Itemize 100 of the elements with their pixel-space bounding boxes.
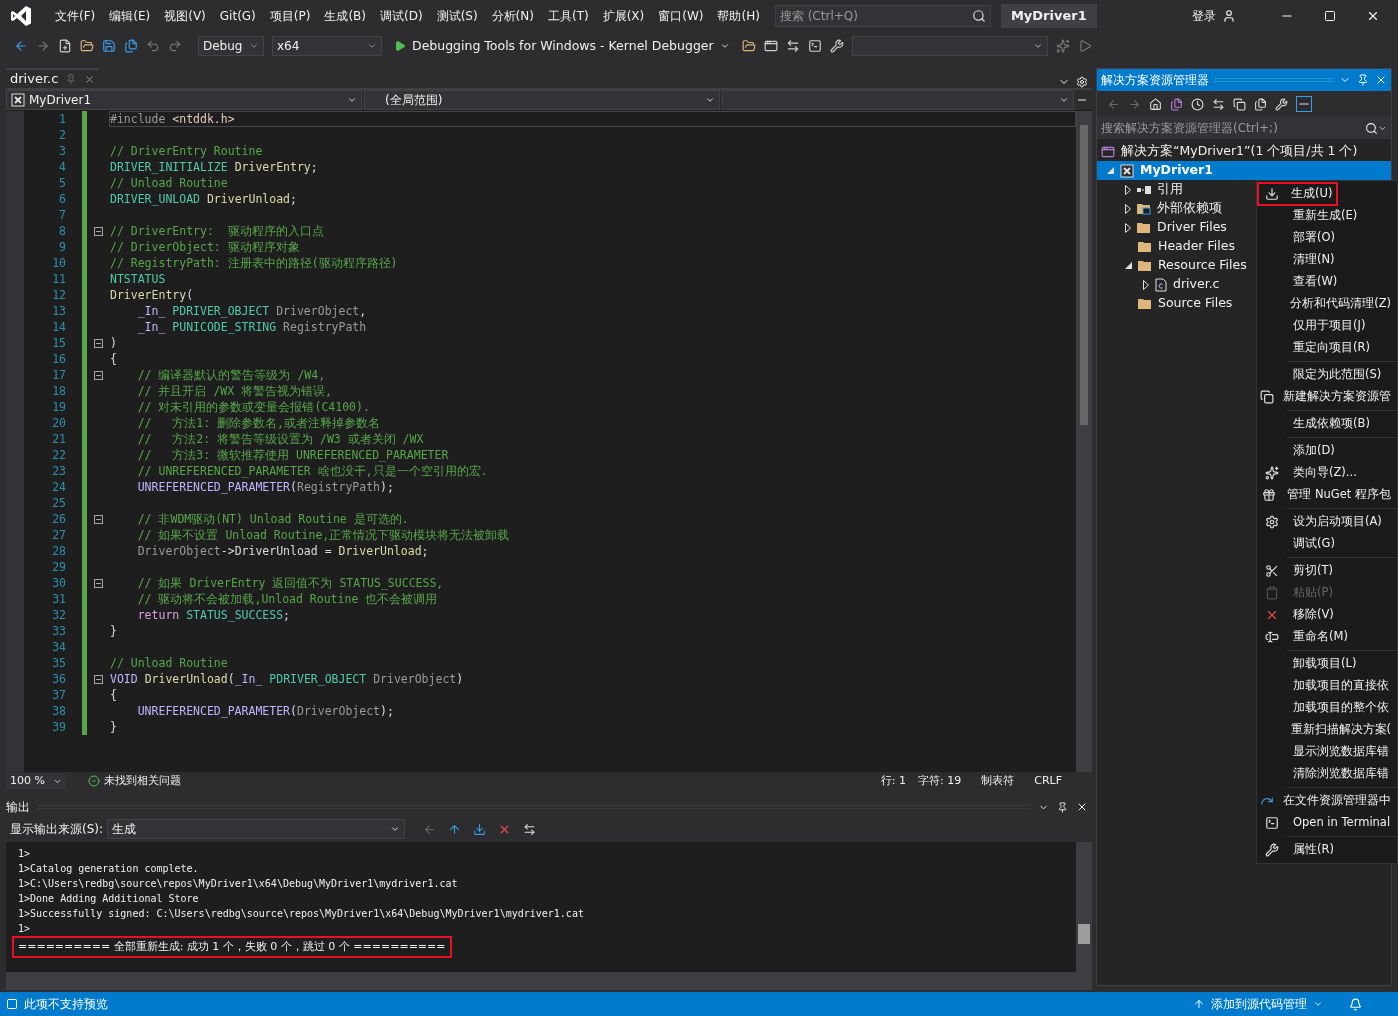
close-icon[interactable] [1076,801,1088,813]
sign-in-link[interactable]: 登录 [1192,7,1216,25]
collapse-icon[interactable] [93,370,103,380]
vertical-scrollbar[interactable] [1076,111,1092,772]
notification-icon[interactable] [1349,997,1362,1011]
expanded-arrow-icon[interactable] [1125,262,1132,269]
menu-item[interactable]: 类向导(Z)... [1287,461,1363,485]
clock-icon[interactable] [1191,97,1204,111]
settings-icon[interactable] [1076,76,1088,88]
back-icon[interactable] [14,39,28,53]
menu-item[interactable]: 显示浏览数据库错 [1287,740,1395,764]
collapse-icon[interactable] [93,578,103,588]
project-dropdown[interactable]: MyDriver1 [6,90,362,110]
user-icon[interactable] [1222,9,1236,23]
show-all-files-icon[interactable] [1254,97,1267,111]
new-file-icon[interactable] [58,39,72,53]
menu-item[interactable]: 重定向项目(R) [1287,336,1376,360]
folder-search-icon[interactable] [741,39,756,53]
menu-item[interactable]: 调试(D) [373,7,430,25]
menu-item[interactable]: 生成(U) [1257,182,1339,206]
output-source-dropdown[interactable]: 生成 [107,819,406,839]
menu-item[interactable]: 编辑(E) [102,7,158,25]
collapsed-arrow-icon[interactable] [1125,184,1131,195]
collapsed-arrow-icon[interactable] [1125,203,1131,214]
solution-view-icon[interactable] [1170,97,1183,111]
preview-icon[interactable] [1296,96,1312,112]
menu-item[interactable]: 分析和代码清理(Z) [1284,292,1397,316]
horizontal-scrollbar[interactable] [6,972,1092,990]
source-control-button[interactable]: 添加到源代码管理 [1211,995,1307,1013]
menu-item[interactable]: 生成(B) [317,7,373,25]
menu-item[interactable]: 查看(W) [1287,270,1344,294]
platform-dropdown[interactable]: x64 [272,36,382,56]
menu-item[interactable]: 窗口(W) [651,7,711,25]
console-icon[interactable] [807,39,822,53]
zoom-dropdown[interactable]: 100 % [6,773,66,789]
close-icon[interactable] [1366,9,1380,23]
menu-item[interactable]: 分析(N) [484,7,541,25]
indent-indicator[interactable]: 制表符 [981,772,1015,790]
collapsed-arrow-icon[interactable] [1125,222,1131,233]
menu-item[interactable]: 在文件资源管理器中 [1277,789,1397,813]
issues-status[interactable]: 未找到相关问题 [104,772,181,790]
menu-item[interactable]: 设为启动项目(A) [1287,510,1388,534]
menu-item[interactable]: 帮助(H) [710,7,767,25]
menu-item[interactable]: 加载项目的直接依 [1287,674,1395,698]
menu-item[interactable]: 生成依赖项(B) [1287,412,1376,436]
window-icon[interactable] [763,39,778,53]
line-ending-indicator[interactable]: CRLF [1034,772,1062,790]
previous-message-icon[interactable] [448,822,462,836]
menu-item[interactable]: 部署(O) [1287,226,1342,250]
pin-icon[interactable] [1057,801,1068,813]
menu-item[interactable]: Open in Terminal [1287,811,1397,835]
menu-item[interactable]: 测试(S) [429,7,485,25]
search-field[interactable]: 搜索解决方案资源管理器(Ctrl+;) [1097,117,1391,139]
menu-item[interactable]: 文件(F) [48,7,103,25]
wrench-icon[interactable] [1275,97,1288,111]
collapse-icon[interactable] [93,674,103,684]
maximize-icon[interactable] [1324,10,1336,22]
menu-item[interactable]: 扩展(X) [595,7,652,25]
search-field[interactable]: 搜索 (Ctrl+Q) [774,5,991,27]
menu-item[interactable]: 新建解决方案资源管 [1277,385,1397,409]
undo-icon[interactable] [146,39,160,53]
menu-item[interactable]: 移除(V) [1287,603,1340,627]
collapsed-arrow-icon[interactable] [1143,279,1149,290]
tree-item[interactable]: 解决方案“MyDriver1”(1 个项目/共 1 个) [1097,142,1391,161]
menu-item[interactable]: 剪切(T) [1287,559,1339,583]
run-icon[interactable] [1077,39,1092,53]
menu-item[interactable]: Git(G) [212,7,263,25]
tree-item[interactable]: MyDriver1 [1097,161,1391,180]
menu-item[interactable]: 卸载项目(L) [1287,652,1363,676]
pin-icon[interactable] [1357,74,1369,86]
menu-item[interactable]: 加载项目的整个依 [1287,696,1395,720]
menu-item[interactable]: 工具(T) [540,7,596,25]
vertical-scrollbar[interactable] [1076,842,1092,972]
forward-icon[interactable] [36,39,50,53]
word-wrap-icon[interactable] [523,822,537,836]
save-all-icon[interactable] [124,39,138,53]
save-icon[interactable] [102,39,116,53]
start-debugger-button[interactable]: Debugging Tools for Windows - Kernel Debugger [390,35,734,57]
menu-item[interactable]: 添加(D) [1287,439,1341,463]
forward-icon[interactable] [1128,97,1141,111]
menu-item[interactable]: 仅用于项目(J) [1287,314,1372,338]
collapse-icon[interactable] [93,514,103,524]
menu-item[interactable]: 重新扫描解决方案( [1284,718,1397,742]
collapse-all-icon[interactable] [1233,97,1246,111]
tool-icon[interactable] [829,39,844,53]
configuration-dropdown[interactable]: Debug [198,36,264,56]
open-folder-icon[interactable] [80,39,94,53]
collapse-icon[interactable] [93,226,103,236]
sync-icon[interactable] [1212,97,1225,111]
collapse-icon[interactable] [93,338,103,348]
menu-item[interactable]: 重新生成(E) [1287,204,1364,228]
menu-item[interactable]: 管理 NuGet 程序包 [1281,483,1397,507]
menu-item[interactable]: 限定为此范围(S) [1287,363,1388,387]
scope-dropdown[interactable]: (全局范围) [364,90,720,110]
back-icon[interactable] [1107,97,1120,111]
swap-icon[interactable] [785,39,800,53]
menu-item[interactable]: 视图(V) [157,7,213,25]
menu-item[interactable]: 重命名(M) [1287,625,1354,649]
redo-icon[interactable] [168,39,182,53]
menu-item[interactable]: 项目(P) [262,7,318,25]
